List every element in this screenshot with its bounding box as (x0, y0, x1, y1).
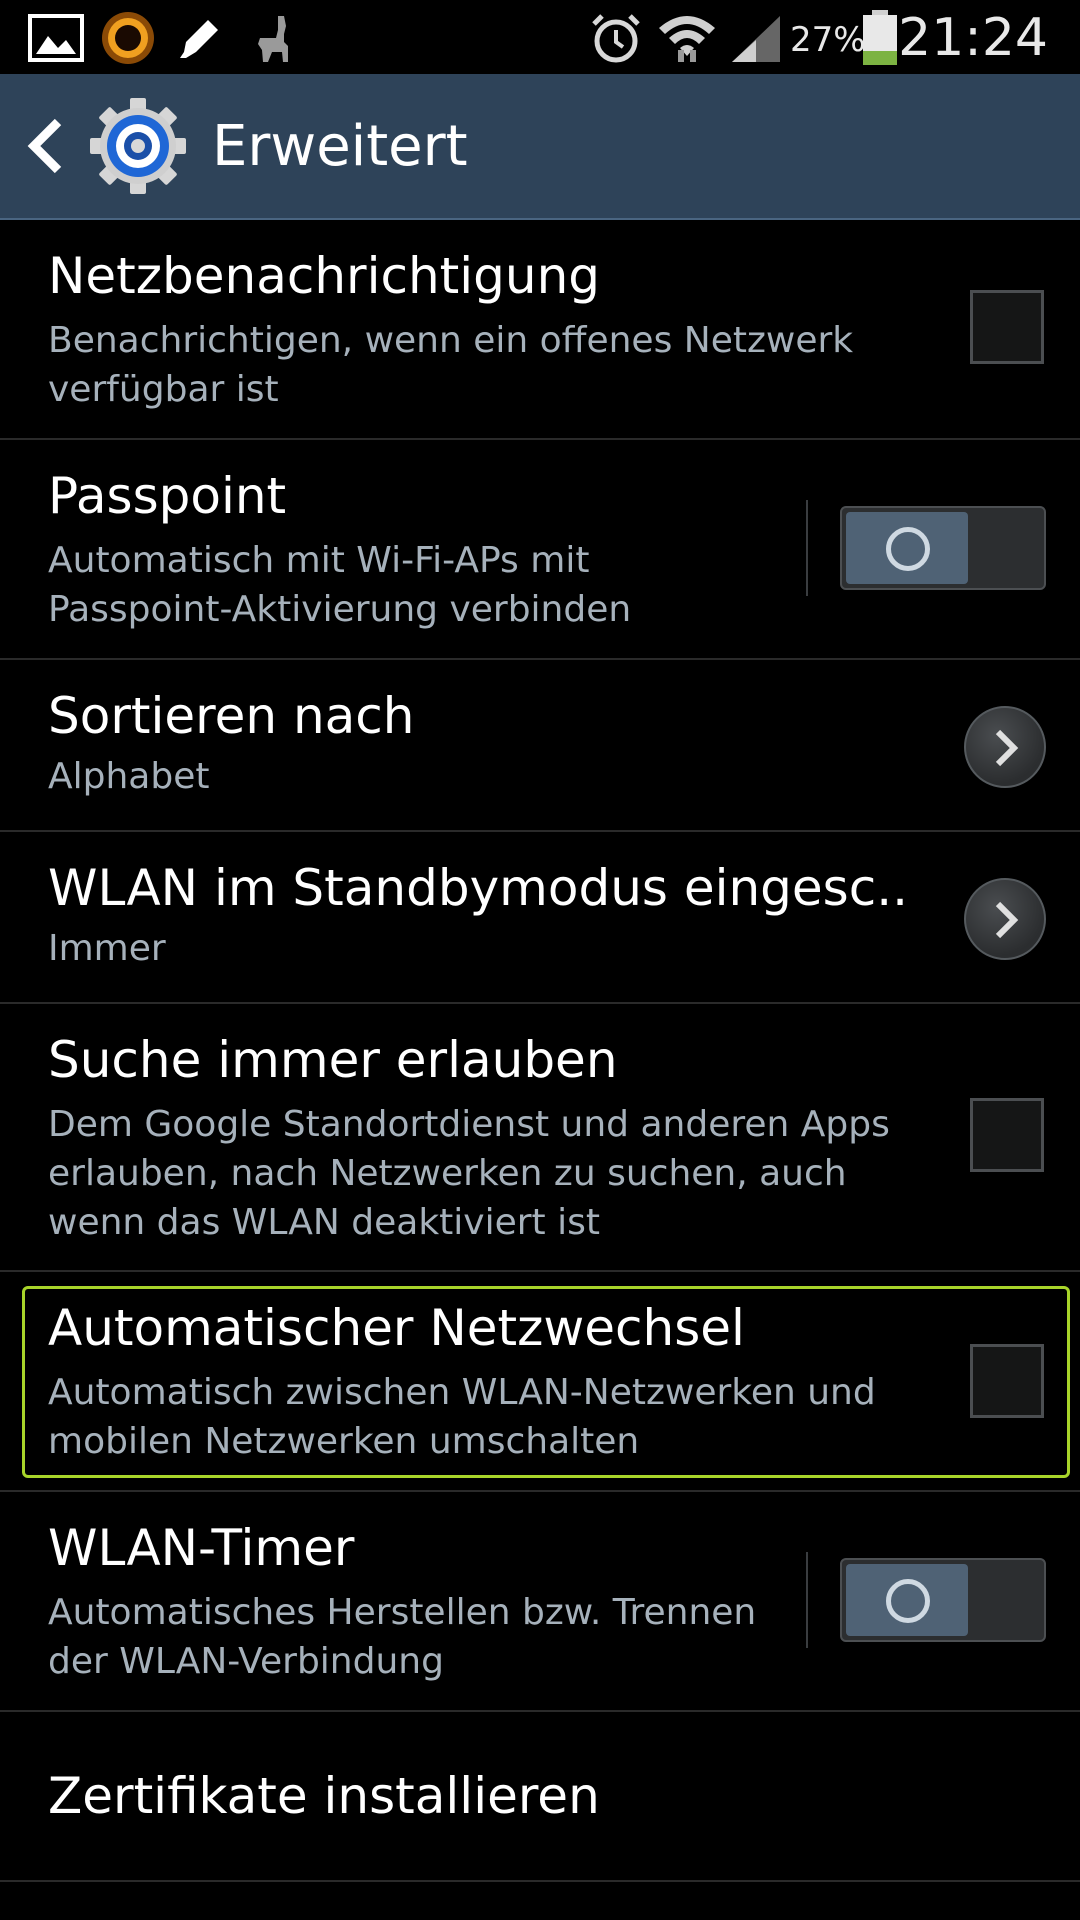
row-subtitle: Dem Google Standortdienst und anderen Ap… (48, 1104, 890, 1243)
passpoint-toggle[interactable] (840, 506, 1046, 590)
toggle-off-icon (886, 1579, 930, 1623)
list-item-suche-immer-erlauben[interactable]: Suche immer erlauben Dem Google Standort… (0, 1004, 1080, 1272)
row-title: WLAN-Timer (48, 1519, 355, 1577)
list-item-zertifikate-installieren[interactable]: Zertifikate installieren (0, 1712, 1080, 1882)
row-subtitle: Automatisches Herstellen bzw. Trennen de… (48, 1592, 757, 1682)
row-title: Zertifikate installieren (48, 1767, 600, 1825)
wlan-timer-toggle[interactable] (840, 1558, 1046, 1642)
alarm-icon (592, 14, 640, 63)
toggle-divider (806, 500, 808, 596)
sortieren-chevron-button[interactable] (964, 706, 1046, 788)
chevron-right-icon (995, 729, 1019, 767)
standbymodus-chevron-button[interactable] (964, 878, 1046, 960)
chevron-left-icon[interactable] (26, 118, 66, 174)
list-item-sortieren-nach[interactable]: Sortieren nach Alphabet (0, 660, 1080, 832)
battery-icon (863, 10, 897, 65)
toggle-divider (806, 1552, 808, 1648)
row-title: Suche immer erlauben (48, 1031, 618, 1089)
toggle-thumb (846, 1564, 968, 1636)
settings-gear-icon[interactable] (88, 96, 188, 196)
signal-icon (732, 16, 780, 62)
list-item-passpoint[interactable]: Passpoint Automatisch mit Wi-Fi-APs mit … (0, 440, 1080, 660)
suche-immer-erlauben-checkbox[interactable] (970, 1098, 1044, 1172)
row-title: Passpoint (48, 467, 287, 525)
row-subtitle: Immer (48, 928, 166, 969)
chevron-right-icon (995, 901, 1019, 939)
list-item-wlan-standbymodus[interactable]: WLAN im Standbymodus eingesc.. Immer (0, 832, 1080, 1004)
row-title: Sortieren nach (48, 687, 415, 745)
row-subtitle: Alphabet (48, 756, 210, 797)
row-subtitle: Automatisch mit Wi-Fi-APs mit Passpoint-… (48, 540, 632, 630)
gallery-icon (28, 14, 84, 62)
wifi-icon (659, 16, 715, 62)
list-item-netzbenachrichtigung[interactable]: Netzbenachrichtigung Benachrichtigen, we… (0, 220, 1080, 440)
action-bar: Erweitert (0, 74, 1080, 220)
list-item-wlan-timer[interactable]: WLAN-Timer Automatisches Herstellen bzw.… (0, 1492, 1080, 1712)
page-title: Erweitert (212, 114, 468, 179)
row-title: Netzbenachrichtigung (48, 247, 601, 305)
netzbenachrichtigung-checkbox[interactable] (970, 290, 1044, 364)
focus-outline (22, 1286, 1070, 1478)
llama-icon (258, 16, 288, 62)
sunflower-icon (102, 12, 154, 64)
row-title: WLAN im Standbymodus eingesc.. (48, 859, 909, 917)
battery-percent: 27% (790, 20, 866, 60)
toggle-thumb (846, 512, 968, 584)
pencil-icon (180, 20, 218, 58)
clock-time: 21:24 (898, 8, 1048, 68)
toggle-off-icon (886, 527, 930, 571)
row-subtitle: Benachrichtigen, wenn ein offenes Netzwe… (48, 320, 854, 410)
status-bar: 27% 21:24 (0, 0, 1080, 74)
